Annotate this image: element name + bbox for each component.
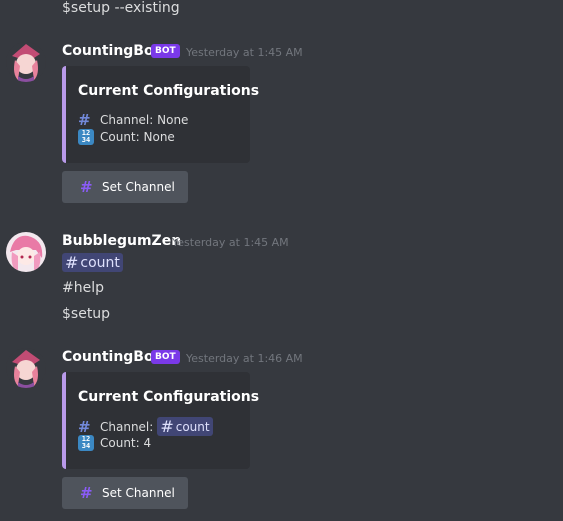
username[interactable]: BubblegumZen	[62, 233, 181, 249]
hash-icon: #	[78, 417, 91, 436]
avatar-image-icon	[6, 42, 46, 82]
embed-title: Current Configurations	[78, 83, 260, 99]
set-channel-button[interactable]: # Set Channel	[62, 477, 188, 509]
input-numbers-icon: 12 34	[78, 435, 94, 451]
embed-count-text: Count: None	[100, 130, 175, 144]
message-text: $setup --existing	[62, 0, 180, 16]
hash-icon: #	[65, 253, 79, 272]
timestamp[interactable]: Yesterday at 1:46 AM	[186, 352, 303, 365]
message-text: #help	[62, 280, 104, 296]
hash-icon: #	[80, 484, 93, 502]
hash-icon: #	[78, 111, 91, 129]
channel-mention[interactable]: # count	[62, 253, 123, 272]
embed-channel-text: Channel:	[100, 419, 154, 434]
hash-icon: #	[80, 178, 93, 196]
avatar-image-icon	[6, 348, 46, 388]
username[interactable]: CountingBot	[62, 43, 160, 59]
channel-mention-label: count	[175, 419, 210, 434]
embed-count-text: Count: 4	[100, 436, 152, 450]
embed: Current Configurations # Channel: None 1…	[62, 66, 259, 163]
bot-badge: BOT	[151, 350, 180, 364]
timestamp[interactable]: Yesterday at 1:45 AM	[186, 46, 303, 59]
embed-channel-text: Channel: None	[100, 113, 189, 127]
hash-icon: #	[160, 417, 174, 436]
avatar[interactable]	[6, 232, 46, 272]
embed: Current Configurations # Channel: # coun…	[62, 372, 259, 469]
avatar[interactable]	[6, 348, 46, 388]
channel-mention-label: count	[80, 254, 120, 271]
username[interactable]: CountingBot	[62, 349, 160, 365]
avatar[interactable]	[6, 42, 46, 82]
embed-channel-field: # Channel: # count	[78, 417, 213, 436]
input-numbers-icon: 12 34	[78, 129, 94, 145]
button-label: Set Channel	[102, 180, 175, 194]
avatar-image-icon	[6, 232, 46, 272]
bot-badge: BOT	[151, 44, 180, 58]
button-label: Set Channel	[102, 486, 175, 500]
channel-mention[interactable]: # count	[157, 417, 213, 436]
message-text: $setup	[62, 306, 111, 322]
set-channel-button[interactable]: # Set Channel	[62, 171, 188, 203]
embed-title: Current Configurations	[78, 389, 260, 405]
embed-channel-field: # Channel: None	[78, 111, 188, 129]
embed-count-field: 12 34 Count: 4	[78, 435, 151, 451]
message-text: # count	[62, 253, 123, 272]
timestamp[interactable]: Yesterday at 1:45 AM	[172, 236, 289, 249]
embed-count-field: 12 34 Count: None	[78, 129, 175, 145]
